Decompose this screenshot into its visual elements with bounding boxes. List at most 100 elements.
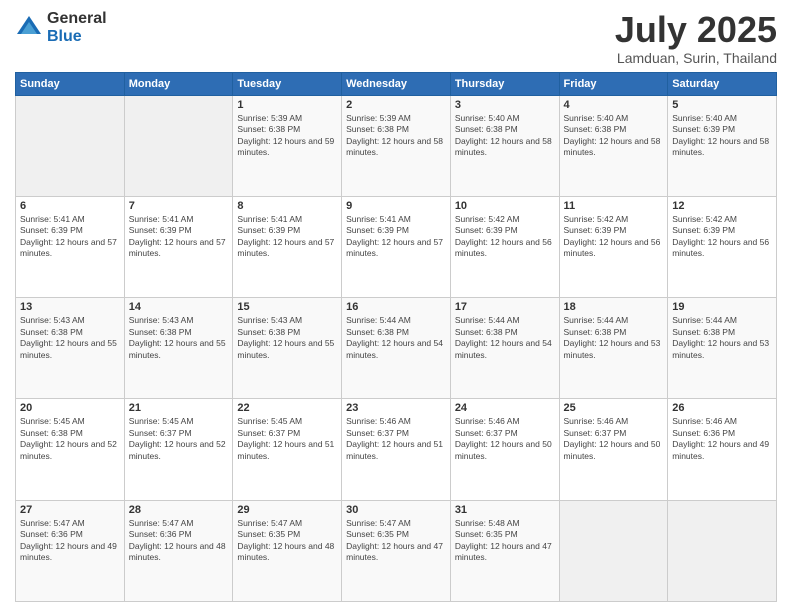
page: General Blue July 2025 Lamduan, Surin, T… xyxy=(0,0,792,612)
calendar-cell-3-3: 23 Sunrise: 5:46 AMSunset: 6:37 PMDayligh… xyxy=(342,399,451,500)
calendar-cell-2-4: 17Sunrise: 5:44 AMSunset: 6:38 PMDayligh… xyxy=(450,298,559,399)
week-row-2: 6 Sunrise: 5:41 AMSunset: 6:39 PMDaylight… xyxy=(16,196,777,297)
day-number: 13 xyxy=(20,301,120,313)
day-info: Sunrise: 5:47 AMSunset: 6:36 PMDaylight:… xyxy=(20,518,120,564)
day-number: 3 xyxy=(455,99,555,111)
day-number: 18 xyxy=(564,301,664,313)
day-number: 14 xyxy=(129,301,229,313)
calendar-cell-2-2: 15 Sunrise: 5:43 AMSunset: 6:38 PMDayligh… xyxy=(233,298,342,399)
day-number: 8 xyxy=(237,200,337,212)
calendar-cell-2-5: 18 Sunrise: 5:44 AMSunset: 6:38 PMDayligh… xyxy=(559,298,668,399)
calendar-header-row: Sunday Monday Tuesday Wednesday Thursday… xyxy=(16,72,777,95)
calendar-cell-1-2: 8 Sunrise: 5:41 AMSunset: 6:39 PMDaylight… xyxy=(233,196,342,297)
day-number: 31 xyxy=(455,504,555,516)
calendar-table: Sunday Monday Tuesday Wednesday Thursday… xyxy=(15,72,777,602)
calendar-cell-2-3: 16Sunrise: 5:44 AMSunset: 6:38 PMDayligh… xyxy=(342,298,451,399)
calendar-cell-4-3: 30 Sunrise: 5:47 AMSunset: 6:35 PMDayligh… xyxy=(342,500,451,601)
day-info: Sunrise: 5:39 AMSunset: 6:38 PMDaylight:… xyxy=(346,113,446,159)
day-info: Sunrise: 5:43 AMSunset: 6:38 PMDaylight:… xyxy=(237,315,337,361)
logo-text: General Blue xyxy=(47,10,107,45)
location: Lamduan, Surin, Thailand xyxy=(615,50,777,66)
week-row-1: 1 Sunrise: 5:39 AMSunset: 6:38 PMDaylight… xyxy=(16,95,777,196)
day-number: 17 xyxy=(455,301,555,313)
day-number: 12 xyxy=(672,200,772,212)
col-tuesday: Tuesday xyxy=(233,72,342,95)
day-info: Sunrise: 5:47 AMSunset: 6:36 PMDaylight:… xyxy=(129,518,229,564)
calendar-cell-3-0: 20Sunrise: 5:45 AMSunset: 6:38 PMDayligh… xyxy=(16,399,125,500)
day-number: 19 xyxy=(672,301,772,313)
day-info: Sunrise: 5:42 AMSunset: 6:39 PMDaylight:… xyxy=(455,214,555,260)
calendar-cell-3-5: 25Sunrise: 5:46 AMSunset: 6:37 PMDayligh… xyxy=(559,399,668,500)
day-number: 30 xyxy=(346,504,446,516)
day-info: Sunrise: 5:39 AMSunset: 6:38 PMDaylight:… xyxy=(237,113,337,159)
logo-general-text: General xyxy=(47,10,107,28)
calendar-cell-1-5: 11 Sunrise: 5:42 AMSunset: 6:39 PMDayligh… xyxy=(559,196,668,297)
col-sunday: Sunday xyxy=(16,72,125,95)
calendar-cell-0-1 xyxy=(124,95,233,196)
day-number: 4 xyxy=(564,99,664,111)
title-block: July 2025 Lamduan, Surin, Thailand xyxy=(615,10,777,66)
calendar-cell-2-0: 13Sunrise: 5:43 AMSunset: 6:38 PMDayligh… xyxy=(16,298,125,399)
calendar-cell-4-2: 29 Sunrise: 5:47 AMSunset: 6:35 PMDayligh… xyxy=(233,500,342,601)
calendar-cell-3-2: 22Sunrise: 5:45 AMSunset: 6:37 PMDayligh… xyxy=(233,399,342,500)
day-number: 23 xyxy=(346,402,446,414)
day-info: Sunrise: 5:41 AMSunset: 6:39 PMDaylight:… xyxy=(129,214,229,260)
day-number: 11 xyxy=(564,200,664,212)
calendar-cell-2-6: 19Sunrise: 5:44 AMSunset: 6:38 PMDayligh… xyxy=(668,298,777,399)
day-info: Sunrise: 5:41 AMSunset: 6:39 PMDaylight:… xyxy=(346,214,446,260)
day-info: Sunrise: 5:48 AMSunset: 6:35 PMDaylight:… xyxy=(455,518,555,564)
day-info: Sunrise: 5:45 AMSunset: 6:37 PMDaylight:… xyxy=(237,416,337,462)
day-info: Sunrise: 5:46 AMSunset: 6:37 PMDaylight:… xyxy=(346,416,446,462)
calendar-cell-3-4: 24Sunrise: 5:46 AMSunset: 6:37 PMDayligh… xyxy=(450,399,559,500)
day-number: 2 xyxy=(346,99,446,111)
calendar-cell-0-3: 2 Sunrise: 5:39 AMSunset: 6:38 PMDaylight… xyxy=(342,95,451,196)
calendar-cell-1-6: 12Sunrise: 5:42 AMSunset: 6:39 PMDayligh… xyxy=(668,196,777,297)
header: General Blue July 2025 Lamduan, Surin, T… xyxy=(15,10,777,66)
calendar-cell-4-0: 27 Sunrise: 5:47 AMSunset: 6:36 PMDayligh… xyxy=(16,500,125,601)
day-info: Sunrise: 5:41 AMSunset: 6:39 PMDaylight:… xyxy=(237,214,337,260)
day-info: Sunrise: 5:42 AMSunset: 6:39 PMDaylight:… xyxy=(564,214,664,260)
day-number: 26 xyxy=(672,402,772,414)
day-info: Sunrise: 5:43 AMSunset: 6:38 PMDaylight:… xyxy=(129,315,229,361)
day-info: Sunrise: 5:40 AMSunset: 6:38 PMDaylight:… xyxy=(564,113,664,159)
calendar-cell-4-1: 28Sunrise: 5:47 AMSunset: 6:36 PMDayligh… xyxy=(124,500,233,601)
calendar-cell-0-6: 5Sunrise: 5:40 AMSunset: 6:39 PMDaylight… xyxy=(668,95,777,196)
calendar-cell-1-4: 10 Sunrise: 5:42 AMSunset: 6:39 PMDayligh… xyxy=(450,196,559,297)
calendar-cell-2-1: 14 Sunrise: 5:43 AMSunset: 6:38 PMDayligh… xyxy=(124,298,233,399)
col-saturday: Saturday xyxy=(668,72,777,95)
week-row-4: 20Sunrise: 5:45 AMSunset: 6:38 PMDayligh… xyxy=(16,399,777,500)
day-info: Sunrise: 5:44 AMSunset: 6:38 PMDaylight:… xyxy=(564,315,664,361)
logo-blue-text: Blue xyxy=(47,28,107,46)
col-wednesday: Wednesday xyxy=(342,72,451,95)
day-number: 1 xyxy=(237,99,337,111)
day-number: 7 xyxy=(129,200,229,212)
calendar-cell-0-0 xyxy=(16,95,125,196)
day-number: 29 xyxy=(237,504,337,516)
logo: General Blue xyxy=(15,10,107,45)
day-number: 27 xyxy=(20,504,120,516)
calendar-cell-1-0: 6 Sunrise: 5:41 AMSunset: 6:39 PMDaylight… xyxy=(16,196,125,297)
calendar-cell-4-4: 31 Sunrise: 5:48 AMSunset: 6:35 PMDayligh… xyxy=(450,500,559,601)
day-info: Sunrise: 5:45 AMSunset: 6:37 PMDaylight:… xyxy=(129,416,229,462)
day-number: 9 xyxy=(346,200,446,212)
col-thursday: Thursday xyxy=(450,72,559,95)
day-info: Sunrise: 5:46 AMSunset: 6:36 PMDaylight:… xyxy=(672,416,772,462)
calendar-cell-4-6 xyxy=(668,500,777,601)
month-title: July 2025 xyxy=(615,10,777,50)
week-row-5: 27 Sunrise: 5:47 AMSunset: 6:36 PMDayligh… xyxy=(16,500,777,601)
calendar-cell-1-3: 9 Sunrise: 5:41 AMSunset: 6:39 PMDaylight… xyxy=(342,196,451,297)
day-number: 10 xyxy=(455,200,555,212)
day-info: Sunrise: 5:45 AMSunset: 6:38 PMDaylight:… xyxy=(20,416,120,462)
logo-icon xyxy=(15,14,43,42)
day-info: Sunrise: 5:44 AMSunset: 6:38 PMDaylight:… xyxy=(346,315,446,361)
day-info: Sunrise: 5:47 AMSunset: 6:35 PMDaylight:… xyxy=(237,518,337,564)
calendar-cell-1-1: 7 Sunrise: 5:41 AMSunset: 6:39 PMDaylight… xyxy=(124,196,233,297)
day-number: 24 xyxy=(455,402,555,414)
calendar-cell-0-5: 4 Sunrise: 5:40 AMSunset: 6:38 PMDaylight… xyxy=(559,95,668,196)
day-number: 15 xyxy=(237,301,337,313)
day-info: Sunrise: 5:41 AMSunset: 6:39 PMDaylight:… xyxy=(20,214,120,260)
day-number: 6 xyxy=(20,200,120,212)
day-info: Sunrise: 5:47 AMSunset: 6:35 PMDaylight:… xyxy=(346,518,446,564)
calendar-cell-3-1: 21Sunrise: 5:45 AMSunset: 6:37 PMDayligh… xyxy=(124,399,233,500)
calendar-cell-3-6: 26 Sunrise: 5:46 AMSunset: 6:36 PMDayligh… xyxy=(668,399,777,500)
